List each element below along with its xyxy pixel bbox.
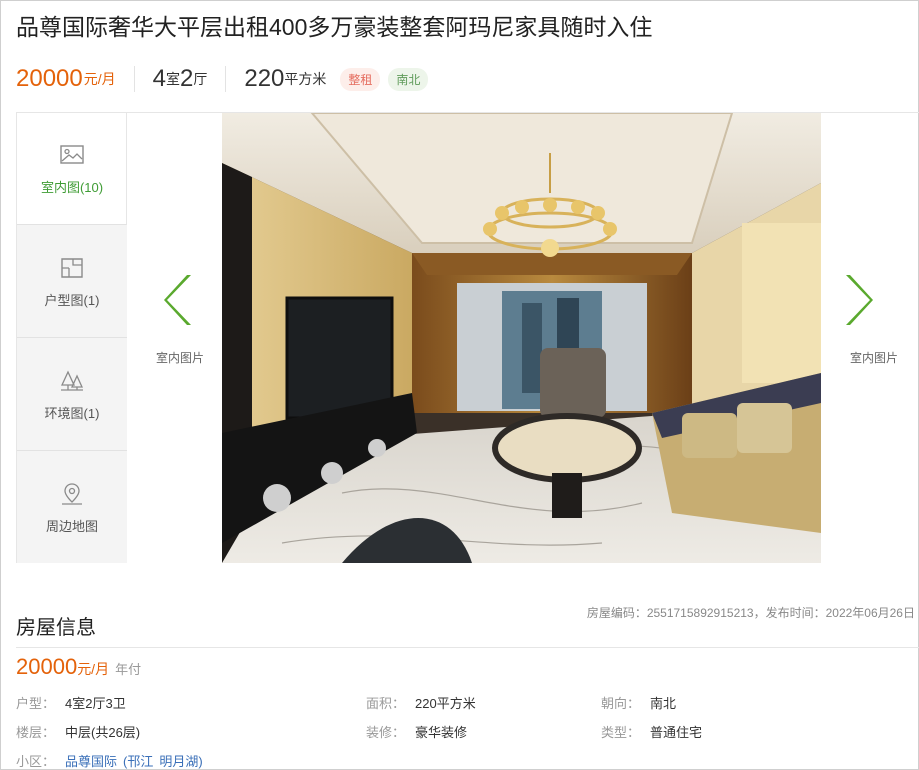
rent-price: 20000 [16, 65, 83, 92]
image-icon [60, 145, 84, 164]
info-layout: 户型： 4室2厅3卫 [16, 693, 126, 712]
info-orientation: 朝向： 南北 [601, 693, 676, 712]
info-floor: 楼层： 中层(共26层) [16, 722, 140, 741]
rooms-unit: 室 [166, 71, 180, 87]
info-key: 装修： [366, 725, 406, 740]
listing-title: 品尊国际奢华大平层出租400多万豪装整套阿玛尼家具随时入住 [16, 14, 653, 40]
info-key: 面积： [366, 696, 406, 711]
tab-interior-photos[interactable]: 室内图(10) [17, 113, 127, 225]
price-line: 20000元/月 年付 [16, 654, 141, 680]
tab-label: 室内图(10) [40, 180, 104, 195]
gallery-sidebar: 室内图(10) 户型图(1) 环境图(1) 周边地图 [17, 113, 127, 563]
info-key: 户型： [16, 696, 56, 711]
tag-rent-type: 整租 [340, 67, 381, 91]
info-key: 朝向： [601, 696, 641, 711]
info-value: 中层(共26层) [65, 725, 141, 740]
tab-label: 户型图(1) [44, 293, 100, 308]
listing-summary: 20000 元/月 4 室 2 厅 220 平方米 整租 南北 [16, 62, 429, 96]
info-price-unit: 元/月 [77, 661, 110, 677]
info-price: 20000 [16, 654, 78, 679]
community-link[interactable]: 品尊国际 [65, 754, 117, 769]
payment-method: 年付 [115, 662, 142, 677]
tab-surrounding-map[interactable]: 周边地图 [17, 452, 127, 564]
tab-floorplan[interactable]: 户型图(1) [17, 226, 127, 338]
map-pin-icon [62, 483, 82, 505]
info-value: 南北 [650, 696, 677, 711]
section-divider [16, 647, 919, 648]
info-key: 小区： [16, 754, 56, 769]
info-value: 220平方米 [415, 696, 476, 711]
chevron-right-icon [846, 275, 873, 325]
house-info-title: 房屋信息 [16, 617, 96, 639]
info-key: 类型： [601, 725, 641, 740]
trees-icon [60, 370, 84, 391]
tab-label: 环境图(1) [44, 406, 100, 421]
info-value: 4室2厅3卫 [65, 696, 126, 711]
tab-label: 周边地图 [45, 519, 98, 534]
tag-orientation: 南北 [388, 67, 429, 91]
main-photo[interactable] [222, 113, 821, 563]
district-link[interactable]: (邗江 [123, 754, 153, 769]
info-value: 豪华装修 [415, 725, 468, 740]
chevron-left-icon [164, 275, 191, 325]
living-room-photo [222, 113, 821, 563]
info-decoration: 装修： 豪华装修 [366, 722, 467, 741]
info-area: 面积： 220平方米 [366, 693, 476, 712]
info-key: 楼层： [16, 725, 56, 740]
halls-unit: 厅 [193, 71, 208, 87]
area-unit: 平方米 [284, 71, 327, 87]
info-community: 小区： 品尊国际 (邗江 明月湖) [16, 751, 203, 770]
next-photo-caption: 室内图片 [850, 351, 899, 365]
rent-price-unit: 元/月 [83, 71, 116, 87]
halls-count: 2 [180, 65, 194, 92]
floorplan-icon [61, 258, 83, 278]
divider [133, 66, 135, 92]
divider [225, 66, 227, 92]
prev-photo-button[interactable] [164, 273, 194, 327]
next-photo-button[interactable] [843, 273, 873, 327]
prev-photo-caption: 室内图片 [156, 351, 205, 365]
info-value: 普通住宅 [650, 725, 703, 740]
area-value: 220 [244, 65, 285, 92]
tab-environment[interactable]: 环境图(1) [17, 339, 127, 451]
info-type: 类型： 普通住宅 [601, 722, 702, 741]
listing-meta: 房屋编码：2551715892915213，发布时间：2022年06月26日 [586, 606, 915, 620]
area-link[interactable]: 明月湖) [159, 754, 202, 769]
rooms-count: 4 [152, 65, 166, 92]
